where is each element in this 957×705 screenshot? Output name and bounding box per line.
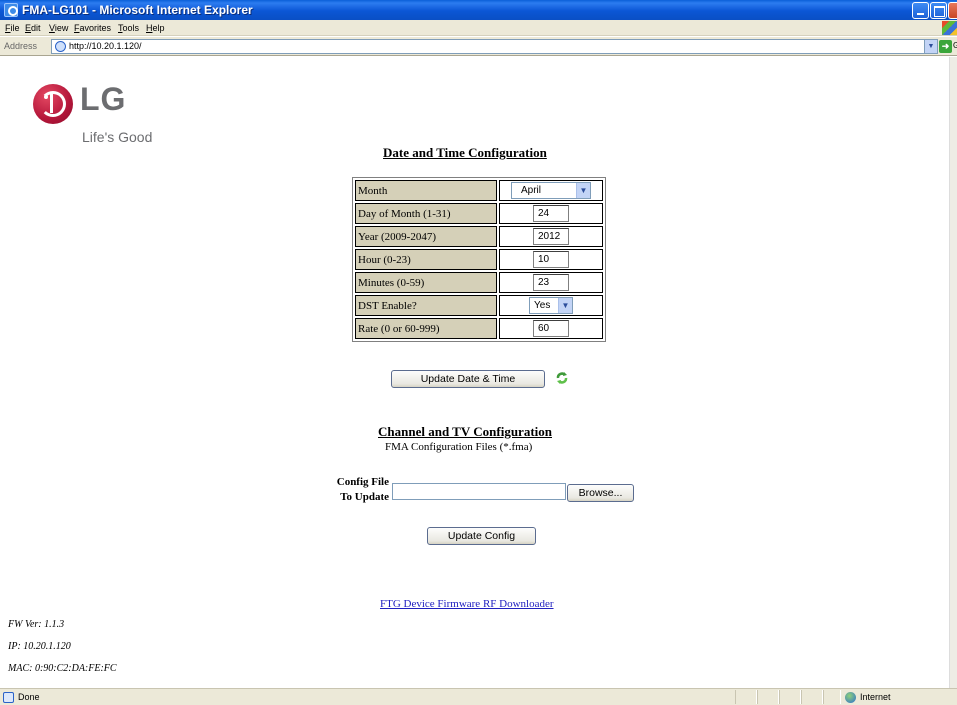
page-content: LG Life's Good Date and Time Configurati… [0,57,949,688]
ip-address: IP: 10.20.1.120 [8,641,71,652]
hour-label: Hour (0-23) [355,249,497,270]
date-time-table: Month April ▼ Day of Month (1-31) 24 Yea… [352,177,606,342]
rate-label: Rate (0 or 60-999) [355,318,497,339]
table-row: Day of Month (1-31) 24 [355,203,603,224]
address-url: http://10.20.1.120/ [69,41,142,51]
dst-label: DST Enable? [355,295,497,316]
table-row: DST Enable? Yes ▼ [355,295,603,316]
year-label: Year (2009-2047) [355,226,497,247]
menu-file[interactable]: File [5,23,20,33]
month-select[interactable]: April ▼ [511,182,591,199]
ie-app-icon [4,3,18,17]
chevron-down-icon[interactable]: ▼ [576,183,590,198]
year-input[interactable]: 2012 [533,228,569,245]
menu-help[interactable]: Help [146,23,165,33]
channel-tv-section-title: Channel and TV Configuration [378,424,552,439]
table-row: Minutes (0-59) 23 [355,272,603,293]
table-row: Year (2009-2047) 2012 [355,226,603,247]
window-title-bar: FMA-LG101 - Microsoft Internet Explorer [0,0,957,20]
minutes-input[interactable]: 23 [533,274,569,291]
menu-bar: File Edit View Favorites Tools Help [0,20,957,36]
menu-view[interactable]: View [49,23,68,33]
update-date-time-button[interactable]: Update Date & Time [391,370,545,388]
mac-address: MAC: 0:90:C2:DA:FE:FC [8,663,117,674]
rate-input[interactable]: 60 [533,320,569,337]
address-input[interactable]: http://10.20.1.120/ [51,39,925,54]
minutes-label: Minutes (0-59) [355,272,497,293]
dst-select[interactable]: Yes ▼ [529,297,573,314]
window-title: FMA-LG101 - Microsoft Internet Explorer [22,3,253,17]
go-arrow-icon[interactable]: ➜ [939,40,952,53]
status-panel [757,690,779,704]
hour-input[interactable]: 10 [533,251,569,268]
day-label: Day of Month (1-31) [355,203,497,224]
firmware-version: FW Ver: 1.1.3 [8,619,65,630]
address-label: Address [4,41,38,51]
page-done-icon [3,692,14,703]
security-zone-label: Internet [860,692,891,702]
config-file-input[interactable] [392,483,566,500]
chevron-down-icon[interactable]: ▼ [558,298,572,313]
firmware-downloader-link[interactable]: FTG Device Firmware RF Downloader [380,598,554,610]
lg-tagline: Life's Good [82,129,153,145]
go-button-label[interactable]: Go [953,41,957,50]
status-text: Done [18,692,40,702]
vertical-scrollbar[interactable] [949,57,957,688]
minimize-button[interactable] [912,2,929,19]
config-file-label: Config File To Update [336,476,389,503]
date-time-section-title: Date and Time Configuration [383,145,547,160]
refresh-icon[interactable] [555,371,569,385]
update-config-button[interactable]: Update Config [427,527,536,545]
status-panel [823,690,841,704]
table-row: Rate (0 or 60-999) 60 [355,318,603,339]
table-row: Hour (0-23) 10 [355,249,603,270]
month-label: Month [355,180,497,201]
address-dropdown-button[interactable]: ▼ [924,39,938,54]
fma-files-caption: FMA Configuration Files (*.fma) [385,441,533,453]
status-panel [735,690,757,704]
menu-tools[interactable]: Tools [118,23,139,33]
lg-logo-icon [33,84,73,124]
status-panel [801,690,823,704]
internet-zone-icon [845,692,856,703]
close-button[interactable] [948,2,957,19]
menu-favorites[interactable]: Favorites [74,23,111,33]
windows-flag-icon [942,21,957,35]
day-input[interactable]: 24 [533,205,569,222]
address-bar: Address http://10.20.1.120/ ▼ ➜ Go [0,37,957,56]
page-icon [55,41,66,52]
status-bar: Done Internet [0,688,957,705]
maximize-button[interactable] [930,2,947,19]
lg-wordmark: LG [80,81,127,117]
status-panel [779,690,801,704]
menu-edit[interactable]: Edit [25,23,41,33]
table-row: Month April ▼ [355,180,603,201]
browse-button[interactable]: Browse... [567,484,634,502]
